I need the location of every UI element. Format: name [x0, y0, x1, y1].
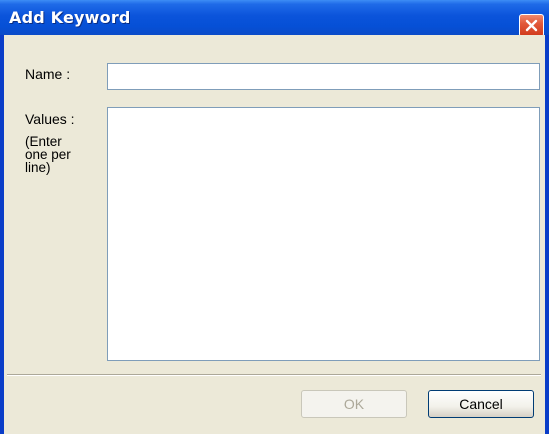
cancel-button[interactable]: Cancel — [428, 390, 534, 418]
title-bar[interactable]: Add Keyword — [0, 0, 549, 37]
values-hint: (Enter one per line) — [25, 134, 71, 175]
add-keyword-dialog: Add Keyword Name : Values : (Enter one p… — [0, 0, 549, 434]
name-input[interactable] — [107, 63, 540, 90]
separator — [7, 374, 541, 376]
dialog-title: Add Keyword — [9, 8, 131, 27]
dialog-body: Name : Values : (Enter one per line) OK … — [4, 35, 545, 434]
ok-button[interactable]: OK — [301, 390, 407, 418]
name-label: Name : — [25, 66, 71, 82]
values-label: Values : — [25, 111, 75, 127]
values-textarea[interactable] — [107, 107, 540, 361]
close-button[interactable] — [519, 14, 544, 37]
